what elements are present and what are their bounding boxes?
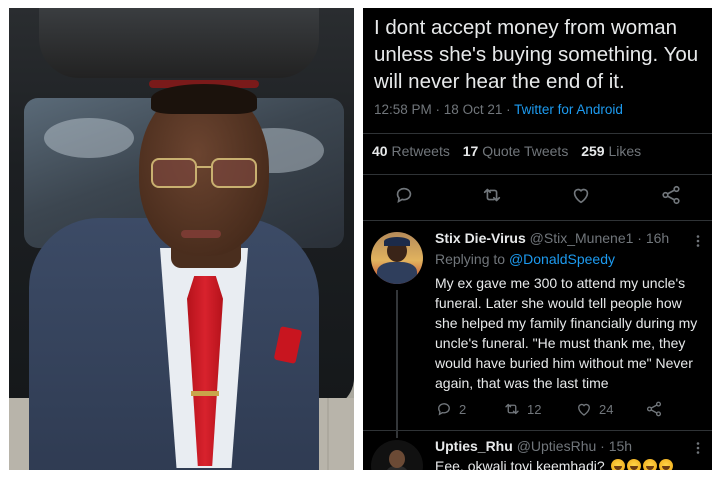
meta-separator: · (502, 102, 515, 117)
reply2-text-row: Eee, okwali toyi keemhadi? (435, 458, 673, 470)
sunglasses (151, 158, 257, 188)
reply2-time: · 15h (596, 438, 633, 454)
mention-link[interactable]: @DonaldSpeedy (509, 251, 615, 267)
heart-icon (578, 403, 590, 416)
reply-author-name[interactable]: Stix Die-Virus (435, 230, 526, 246)
laughing-emoji-icon (642, 459, 657, 470)
hair (151, 84, 257, 114)
divider (363, 174, 712, 175)
quote-tweets-stat[interactable]: 17 Quote Tweets (463, 143, 569, 159)
reply-icon[interactable] (393, 184, 415, 206)
tweet-text: I dont accept money from woman unless sh… (374, 16, 699, 93)
reply-share-button[interactable] (645, 399, 663, 419)
tie-clip (191, 391, 219, 396)
tweet-time: 12:58 PM (374, 102, 432, 117)
reply-retweet-button[interactable]: 12 (503, 399, 541, 419)
mouth (181, 230, 221, 238)
reply-count: 2 (459, 401, 467, 417)
reply-time: · 16h (633, 230, 670, 246)
reply-reply-button[interactable]: 2 (435, 399, 466, 419)
tweet-source[interactable]: Twitter for Android (514, 102, 623, 117)
avatar[interactable] (371, 232, 423, 284)
selfie-photo (9, 8, 354, 470)
reply-actions: 2 12 24 (435, 399, 705, 419)
tweet-date[interactable]: 18 Oct 21 (444, 102, 503, 117)
reply2-text: Eee, okwali toyi keemhadi? (435, 458, 605, 470)
tweet-meta: 12:58 PM · 18 Oct 21 · Twitter for Andro… (374, 102, 623, 117)
reply-icon (438, 403, 450, 416)
divider (363, 133, 712, 134)
reply2-author-name[interactable]: Upties_Rhu (435, 438, 513, 454)
reply2-author-handle[interactable]: @UptiesRhu (517, 438, 597, 454)
laughing-emoji-icon (626, 459, 641, 470)
retweets-stat[interactable]: 40 Retweets (372, 143, 450, 159)
share-icon[interactable] (660, 184, 682, 206)
laughing-emoji-icon (658, 459, 673, 470)
likes-stat[interactable]: 259 Likes (581, 143, 641, 159)
more-icon[interactable] (691, 441, 705, 455)
heart-icon[interactable] (570, 184, 592, 206)
share-icon (646, 401, 662, 417)
avatar[interactable] (371, 440, 423, 470)
more-icon[interactable] (691, 234, 705, 248)
retweet-icon (505, 403, 519, 415)
meta-separator: · (431, 102, 444, 117)
divider (363, 220, 712, 221)
like-count: 24 (599, 401, 614, 417)
reply-author-handle[interactable]: @Stix_Munene1 (530, 230, 634, 246)
car-roof (39, 8, 319, 78)
reply2-header: Upties_Rhu @UptiesRhu · 15h (435, 438, 632, 454)
replying-to: Replying to @DonaldSpeedy (435, 251, 615, 267)
reply-like-button[interactable]: 24 (575, 399, 613, 419)
thread-line (396, 290, 398, 438)
reply-text: My ex gave me 300 to attend my uncle's f… (435, 275, 698, 391)
retweet-icon[interactable] (481, 184, 503, 206)
divider (363, 430, 712, 431)
retweet-count: 12 (527, 401, 542, 417)
tweet-screenshot: I dont accept money from woman unless sh… (363, 8, 712, 470)
laughing-emoji-icon (610, 459, 625, 470)
tweet-actions (363, 184, 712, 210)
tweet-stats: 40 Retweets 17 Quote Tweets 259 Likes (372, 143, 641, 159)
reply-header: Stix Die-Virus @Stix_Munene1 · 16h (435, 230, 705, 246)
